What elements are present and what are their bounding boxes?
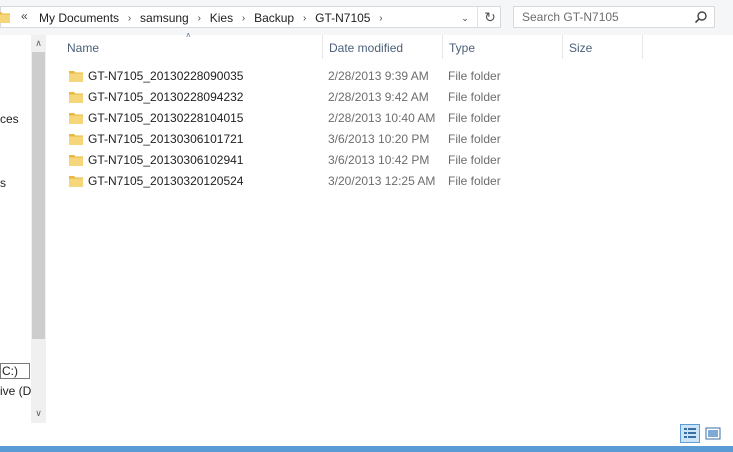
folder-icon xyxy=(69,71,83,82)
file-row[interactable]: GT-N7105_20130306102941 3/6/2013 10:42 P… xyxy=(61,150,633,171)
column-header-date-modified[interactable]: Date modified xyxy=(323,35,443,59)
address-bar[interactable]: « My Documents › samsung › Kies › Backup… xyxy=(0,6,501,28)
file-type: File folder xyxy=(448,153,501,167)
status-bar xyxy=(0,423,733,446)
nav-item-drive-d[interactable]: ive (D xyxy=(0,384,31,398)
chevron-right-icon[interactable]: › xyxy=(294,13,315,24)
explorer-window: « My Documents › samsung › Kies › Backup… xyxy=(0,0,733,452)
navigation-pane: ces s C:) ive (D ∧ ∨ xyxy=(0,35,47,425)
file-row[interactable]: GT-N7105_20130228094232 2/28/2013 9:42 A… xyxy=(61,87,633,108)
file-row[interactable]: GT-N7105_20130306101721 3/6/2013 10:20 P… xyxy=(61,129,633,150)
breadcrumb-item[interactable]: GT-N7105 › xyxy=(315,10,391,26)
breadcrumb-item[interactable]: Backup › xyxy=(254,10,315,26)
file-name: GT-N7105_20130228104015 xyxy=(88,111,244,125)
breadcrumb: My Documents › samsung › Kies › Backup ›… xyxy=(39,9,391,27)
column-header-name[interactable]: Name xyxy=(61,35,323,59)
scroll-down-icon[interactable]: ∨ xyxy=(31,405,46,422)
file-type: File folder xyxy=(448,90,501,104)
column-header-size[interactable]: Size xyxy=(563,35,643,59)
large-icons-view-icon xyxy=(705,427,721,440)
folder-icon xyxy=(69,155,83,166)
chevron-right-icon[interactable]: › xyxy=(189,13,210,24)
nav-item-drive-c[interactable]: C:) xyxy=(0,363,30,379)
search-box[interactable] xyxy=(513,6,715,28)
chevron-right-icon[interactable]: › xyxy=(233,13,254,24)
file-date-modified: 2/28/2013 9:42 AM xyxy=(328,90,429,104)
file-name: GT-N7105_20130306101721 xyxy=(88,132,244,146)
file-type: File folder xyxy=(448,174,501,188)
breadcrumb-item[interactable]: Kies › xyxy=(210,10,254,26)
scroll-up-icon[interactable]: ∧ xyxy=(31,35,46,52)
breadcrumb-overflow-button[interactable]: « xyxy=(21,9,28,23)
file-date-modified: 2/28/2013 10:40 AM xyxy=(328,111,436,125)
scrollbar-thumb[interactable] xyxy=(32,52,45,339)
column-header-type[interactable]: Type xyxy=(443,35,563,59)
folder-icon xyxy=(69,113,83,124)
breadcrumb-item[interactable]: samsung › xyxy=(140,10,210,26)
nav-item-label[interactable]: ces xyxy=(0,112,19,126)
nav-scrollbar[interactable]: ∧ ∨ xyxy=(31,35,46,424)
folder-icon xyxy=(0,12,10,23)
window-border xyxy=(0,446,733,452)
file-date-modified: 3/6/2013 10:42 PM xyxy=(328,153,430,167)
address-row: « My Documents › samsung › Kies › Backup… xyxy=(0,0,733,35)
file-row[interactable]: GT-N7105_20130228090035 2/28/2013 9:39 A… xyxy=(61,66,633,87)
breadcrumb-label: My Documents xyxy=(39,11,120,25)
file-date-modified: 2/28/2013 9:39 AM xyxy=(328,69,429,83)
details-view-icon xyxy=(684,428,696,438)
refresh-icon[interactable]: ↻ xyxy=(477,7,502,27)
file-date-modified: 3/6/2013 10:20 PM xyxy=(328,132,430,146)
file-name: GT-N7105_20130228094232 xyxy=(88,90,244,104)
file-type: File folder xyxy=(448,69,501,83)
folder-icon xyxy=(69,176,83,187)
file-date-modified: 3/20/2013 12:25 AM xyxy=(328,174,436,188)
search-input[interactable] xyxy=(518,9,696,25)
file-row[interactable]: GT-N7105_20130320120524 3/20/2013 12:25 … xyxy=(61,171,633,192)
folder-icon xyxy=(69,134,83,145)
breadcrumb-label: Kies xyxy=(209,11,234,25)
large-icons-view-button[interactable] xyxy=(703,424,723,443)
file-type: File folder xyxy=(448,132,501,146)
column-headers: ˄ Name Date modified Type Size xyxy=(47,31,733,59)
file-list: ˄ Name Date modified Type Size GT-N7105_… xyxy=(47,31,733,423)
chevron-right-icon[interactable]: › xyxy=(119,13,140,24)
chevron-right-icon[interactable]: › xyxy=(370,13,391,24)
file-type: File folder xyxy=(448,111,501,125)
breadcrumb-item[interactable]: My Documents › xyxy=(39,10,140,26)
breadcrumb-label: Backup xyxy=(254,11,295,25)
breadcrumb-label: samsung xyxy=(140,11,189,25)
file-name: GT-N7105_20130228090035 xyxy=(88,69,244,83)
file-name: GT-N7105_20130306102941 xyxy=(88,153,244,167)
folder-icon xyxy=(69,92,83,103)
file-name: GT-N7105_20130320120524 xyxy=(88,174,244,188)
search-icon[interactable] xyxy=(694,10,708,24)
nav-item-label[interactable]: s xyxy=(0,176,6,190)
file-row[interactable]: GT-N7105_20130228104015 2/28/2013 10:40 … xyxy=(61,108,633,129)
address-history-dropdown[interactable]: ⌄ xyxy=(456,10,474,26)
details-view-button[interactable] xyxy=(680,424,700,443)
breadcrumb-label: GT-N7105 xyxy=(315,11,371,25)
